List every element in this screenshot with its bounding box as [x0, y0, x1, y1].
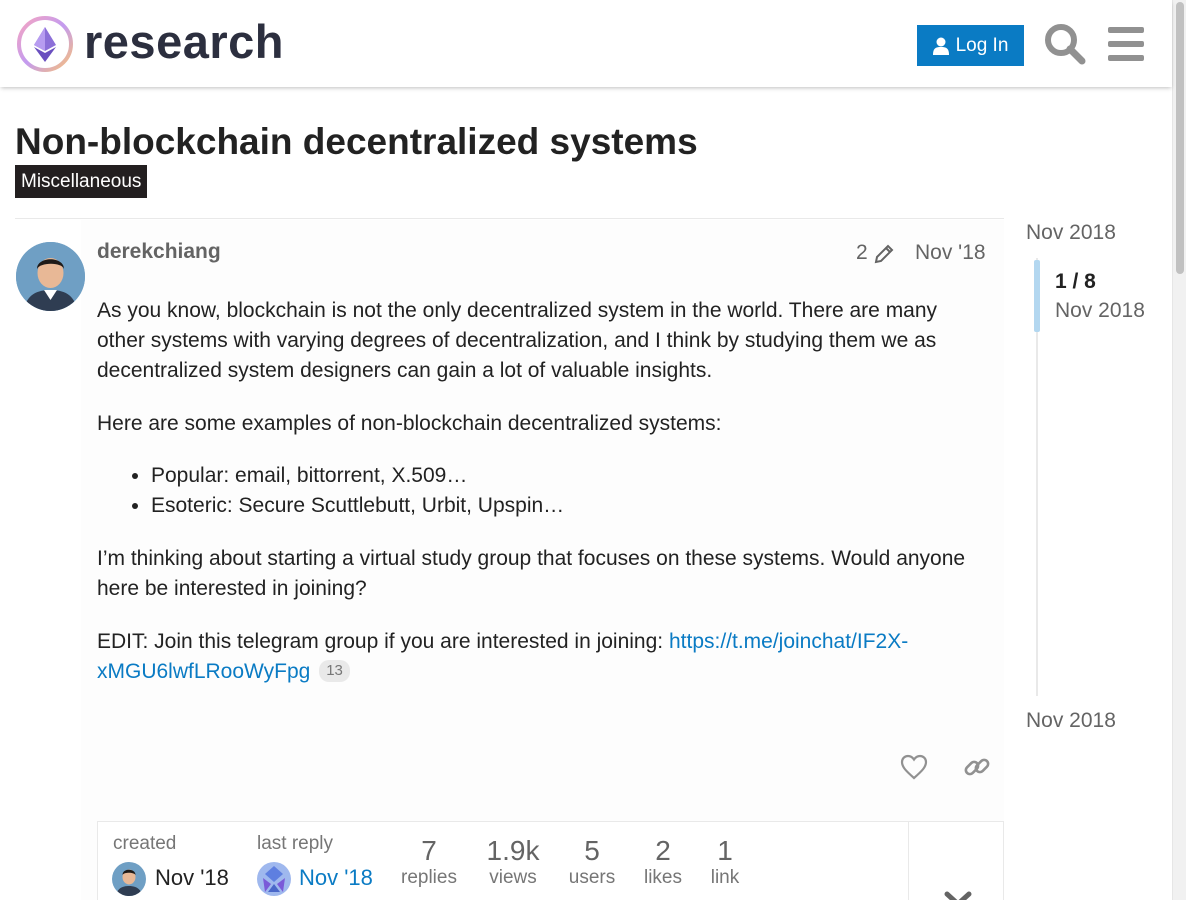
stat-number: 2 — [655, 835, 671, 866]
avatar[interactable] — [16, 242, 85, 311]
stat-label: likes — [643, 867, 682, 888]
stat-label: link — [710, 867, 740, 888]
edit-history-button[interactable]: 2 — [856, 240, 896, 266]
timeline-end-date[interactable]: Nov 2018 — [1026, 708, 1116, 734]
like-button[interactable] — [892, 745, 936, 789]
post-content: As you know, blockchain is not the only … — [97, 296, 977, 710]
topic-map: created Nov '18 last reply Nov '18 7 rep… — [97, 821, 1004, 900]
list-item: Popular: email, bittorrent, X.509… — [151, 461, 977, 491]
list-item: Esoteric: Secure Scuttlebutt, Urbit, Ups… — [151, 491, 977, 521]
stat-number: 5 — [584, 835, 600, 866]
link-click-count: 13 — [319, 660, 350, 682]
stat-number: 1 — [717, 835, 733, 866]
expand-chevron-icon[interactable] — [943, 884, 973, 900]
post-paragraph: As you know, blockchain is not the only … — [97, 299, 938, 382]
page-scrollbar[interactable] — [1172, 0, 1186, 900]
heart-icon — [900, 754, 928, 780]
views-stat: 1.9k views — [481, 836, 545, 890]
timeline-position-date: Nov 2018 — [1055, 299, 1145, 322]
share-link-button[interactable] — [955, 745, 999, 789]
users-stat: 5 users — [564, 836, 620, 890]
created-label: created — [113, 833, 177, 854]
topic-title[interactable]: Non-blockchain decentralized systems — [15, 120, 698, 164]
stat-label: views — [489, 867, 537, 888]
site-header: research Log In — [0, 0, 1172, 87]
examples-list: Popular: email, bittorrent, X.509… Esote… — [151, 461, 977, 521]
stat-label: users — [568, 867, 616, 888]
replies-stat: 7 replies — [398, 836, 460, 890]
post-paragraph: I’m thinking about starting a virtual st… — [97, 547, 966, 600]
edit-text: EDIT: Join this telegram group if you ar… — [97, 630, 669, 653]
divider — [908, 822, 909, 900]
hamburger-menu-icon[interactable] — [1104, 22, 1148, 66]
avatar[interactable] — [257, 862, 291, 896]
stat-label: replies — [401, 867, 457, 888]
created-date[interactable]: Nov '18 — [155, 863, 229, 893]
login-button[interactable]: Log In — [917, 25, 1024, 66]
divider — [15, 218, 1004, 219]
timeline-handle[interactable] — [1034, 260, 1040, 332]
site-name[interactable]: research — [84, 15, 284, 69]
user-icon — [932, 37, 949, 55]
last-reply-label: last reply — [257, 833, 334, 854]
likes-stat: 2 likes — [639, 836, 687, 890]
post-username[interactable]: derekchiang — [97, 238, 221, 266]
post-paragraph: EDIT: Join this telegram group if you ar… — [97, 627, 977, 687]
login-label: Log In — [955, 34, 1009, 56]
scrollbar-thumb[interactable] — [1176, 2, 1184, 274]
link-icon — [964, 758, 990, 776]
pencil-icon — [874, 244, 894, 264]
timeline-position: 1 / 8 — [1055, 270, 1096, 293]
stat-number: 7 — [421, 835, 437, 866]
site-logo-icon[interactable] — [16, 15, 74, 73]
post-paragraph: Here are some examples of non-blockchain… — [97, 412, 722, 435]
category-badge[interactable]: Miscellaneous — [15, 165, 148, 198]
edit-count: 2 — [856, 241, 868, 264]
avatar[interactable] — [112, 862, 146, 896]
stat-number: 1.9k — [486, 835, 540, 866]
post-date[interactable]: Nov '18 — [915, 240, 986, 266]
timeline-start-date[interactable]: Nov 2018 — [1026, 220, 1116, 246]
search-icon[interactable] — [1043, 22, 1087, 66]
links-stat: 1 link — [705, 836, 745, 890]
last-reply-date[interactable]: Nov '18 — [299, 863, 373, 893]
